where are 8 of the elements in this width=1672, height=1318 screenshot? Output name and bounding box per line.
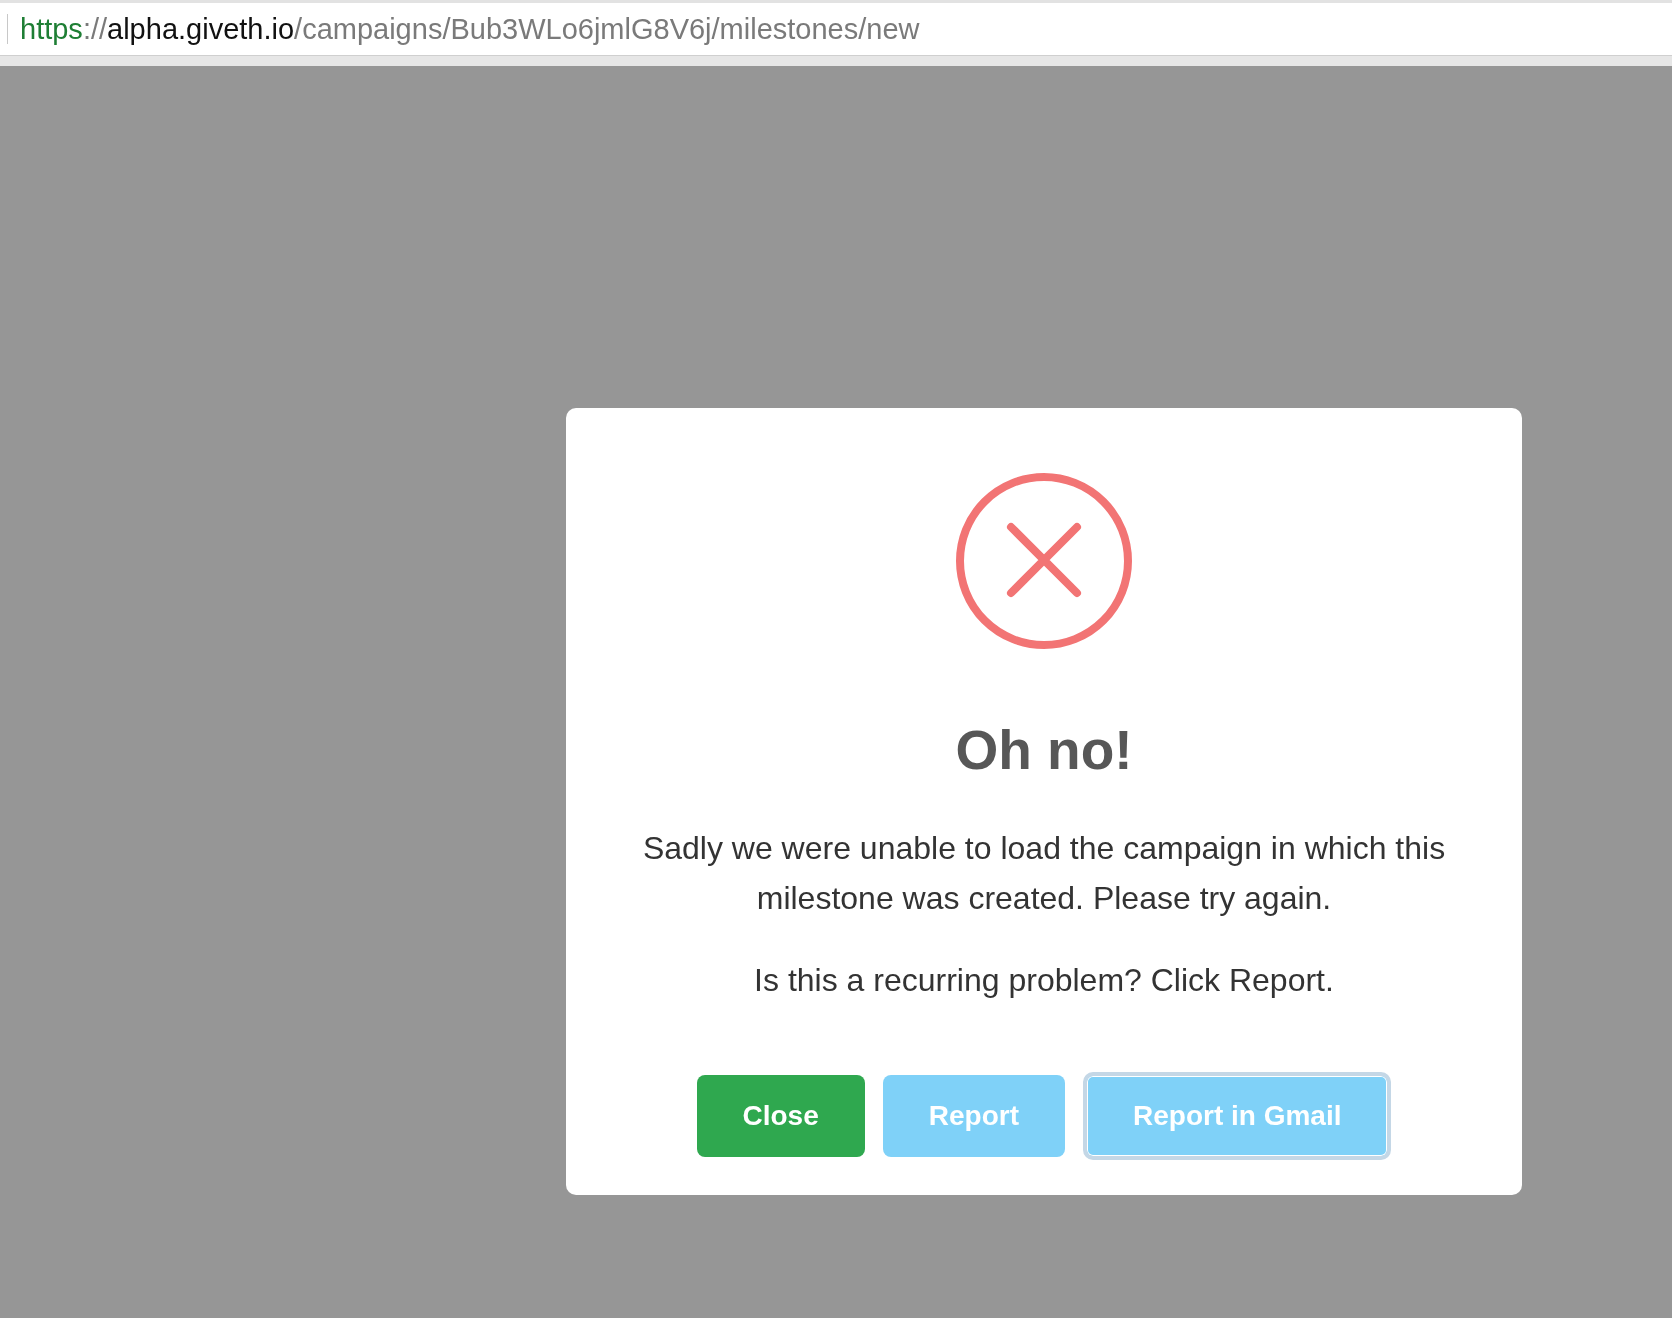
dialog-button[interactable]: Report [882, 1075, 1065, 1157]
dialog-title: Oh no! [955, 718, 1133, 783]
dialog-message: Is this a recurring problem? Click Report. [754, 961, 1334, 1000]
address-field[interactable]: https://alpha.giveth.io/campaigns/Bub3WLo6jmlG8V6j/milestones/new [0, 0, 1672, 56]
dialog-button[interactable]: Report in Gmail [1083, 1072, 1392, 1160]
dialog-button[interactable]: Close [696, 1075, 865, 1157]
dialog-message: Sadly we were unable to load the campaign in which this milestone was created. Please try again. [641, 829, 1447, 918]
x-circle-icon [956, 473, 1132, 649]
